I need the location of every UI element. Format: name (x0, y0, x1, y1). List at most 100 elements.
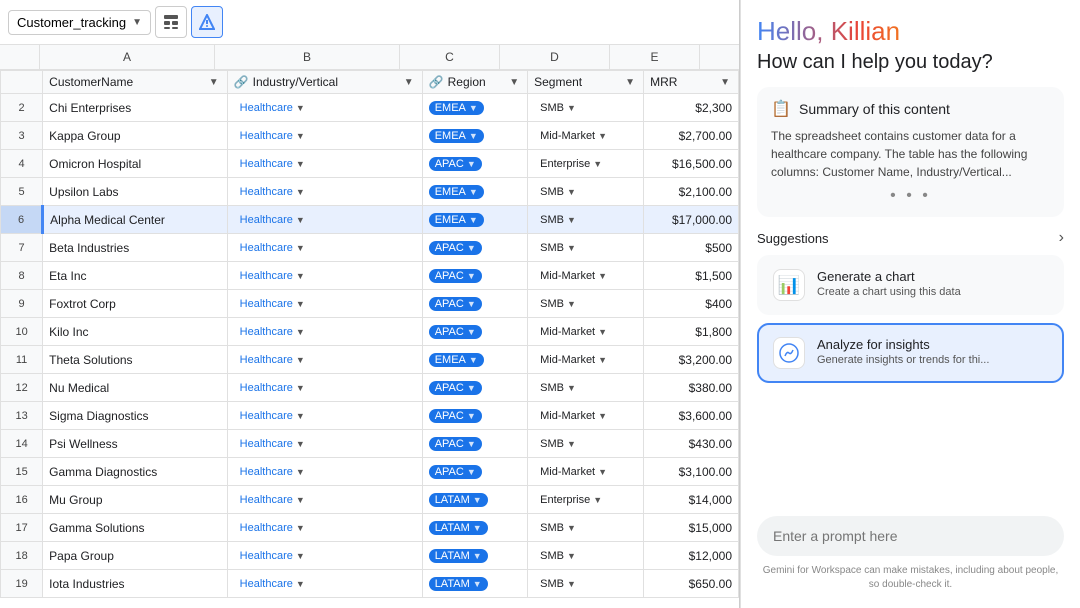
industry-cell[interactable]: Healthcare ▼ (227, 122, 422, 150)
region-cell[interactable]: LATAM ▼ (422, 486, 527, 514)
region-cell[interactable]: APAC ▼ (422, 402, 527, 430)
industry-cell[interactable]: Healthcare ▼ (227, 318, 422, 346)
segment-cell[interactable]: Mid-Market ▼ (528, 318, 644, 346)
col-header-region[interactable]: 🔗 Region ▼ (422, 71, 527, 94)
industry-cell[interactable]: Healthcare ▼ (227, 458, 422, 486)
industry-cell[interactable]: Healthcare ▼ (227, 486, 422, 514)
region-cell[interactable]: LATAM ▼ (422, 542, 527, 570)
table-row[interactable]: 3Kappa GroupHealthcare ▼EMEA ▼Mid-Market… (1, 122, 739, 150)
segment-cell[interactable]: SMB ▼ (528, 430, 644, 458)
region-cell[interactable]: EMEA ▼ (422, 122, 527, 150)
table-row[interactable]: 16Mu GroupHealthcare ▼LATAM ▼Enterprise … (1, 486, 739, 514)
customer-name-cell: Kilo Inc (43, 318, 228, 346)
customer-name-cell: Omicron Hospital (43, 150, 228, 178)
region-cell[interactable]: APAC ▼ (422, 150, 527, 178)
segment-cell[interactable]: Mid-Market ▼ (528, 346, 644, 374)
col-header-mrr[interactable]: MRR ▼ (644, 71, 739, 94)
suggestion-chart-title: Generate a chart (817, 269, 1048, 284)
col-header-segment[interactable]: Segment ▼ (528, 71, 644, 94)
table-row[interactable]: 9Foxtrot CorpHealthcare ▼APAC ▼SMB ▼$400 (1, 290, 739, 318)
region-cell[interactable]: APAC ▼ (422, 290, 527, 318)
customer-name-cell: Nu Medical (43, 374, 228, 402)
table-row[interactable]: 8Eta IncHealthcare ▼APAC ▼Mid-Market ▼$1… (1, 262, 739, 290)
segment-cell[interactable]: SMB ▼ (528, 94, 644, 122)
region-cell[interactable]: APAC ▼ (422, 318, 527, 346)
table-row[interactable]: 5Upsilon LabsHealthcare ▼EMEA ▼SMB ▼$2,1… (1, 178, 739, 206)
industry-cell[interactable]: Healthcare ▼ (227, 542, 422, 570)
segment-cell[interactable]: SMB ▼ (528, 206, 644, 234)
segment-cell[interactable]: SMB ▼ (528, 374, 644, 402)
industry-cell[interactable]: Healthcare ▼ (227, 346, 422, 374)
automation-btn[interactable] (191, 6, 223, 38)
industry-cell[interactable]: Healthcare ▼ (227, 430, 422, 458)
table-row[interactable]: 18Papa GroupHealthcare ▼LATAM ▼SMB ▼$12,… (1, 542, 739, 570)
col-letter-e[interactable]: E (610, 45, 700, 69)
col-letter-a[interactable]: A (40, 45, 215, 69)
region-cell[interactable]: EMEA ▼ (422, 346, 527, 374)
table-row[interactable]: 14Psi WellnessHealthcare ▼APAC ▼SMB ▼$43… (1, 430, 739, 458)
segment-cell[interactable]: SMB ▼ (528, 178, 644, 206)
table-view-btn[interactable] (155, 6, 187, 38)
region-filter-btn[interactable]: ▼ (507, 77, 521, 88)
region-cell[interactable]: EMEA ▼ (422, 94, 527, 122)
region-cell[interactable]: LATAM ▼ (422, 514, 527, 542)
col-letter-c[interactable]: C (400, 45, 500, 69)
industry-cell[interactable]: Healthcare ▼ (227, 514, 422, 542)
industry-cell[interactable]: Healthcare ▼ (227, 262, 422, 290)
region-cell[interactable]: APAC ▼ (422, 234, 527, 262)
suggestion-analyze-insights[interactable]: Analyze for insights Generate insights o… (757, 323, 1064, 383)
table-row[interactable]: 12Nu MedicalHealthcare ▼APAC ▼SMB ▼$380.… (1, 374, 739, 402)
segment-cell[interactable]: Mid-Market ▼ (528, 262, 644, 290)
table-row[interactable]: 10Kilo IncHealthcare ▼APAC ▼Mid-Market ▼… (1, 318, 739, 346)
industry-cell[interactable]: Healthcare ▼ (227, 290, 422, 318)
region-cell[interactable]: APAC ▼ (422, 458, 527, 486)
mrr-filter-btn[interactable]: ▼ (718, 77, 732, 88)
customername-filter-btn[interactable]: ▼ (207, 77, 221, 88)
table-row[interactable]: 11Theta SolutionsHealthcare ▼EMEA ▼Mid-M… (1, 346, 739, 374)
segment-cell[interactable]: Mid-Market ▼ (528, 402, 644, 430)
segment-cell[interactable]: Mid-Market ▼ (528, 458, 644, 486)
industry-cell[interactable]: Healthcare ▼ (227, 570, 422, 598)
segment-cell[interactable]: SMB ▼ (528, 514, 644, 542)
region-cell[interactable]: EMEA ▼ (422, 206, 527, 234)
industry-cell[interactable]: Healthcare ▼ (227, 374, 422, 402)
table-row[interactable]: 4Omicron HospitalHealthcare ▼APAC ▼Enter… (1, 150, 739, 178)
table-row[interactable]: 15Gamma DiagnosticsHealthcare ▼APAC ▼Mid… (1, 458, 739, 486)
segment-cell[interactable]: Enterprise ▼ (528, 486, 644, 514)
table-row[interactable]: 2Chi EnterprisesHealthcare ▼EMEA ▼SMB ▼$… (1, 94, 739, 122)
segment-cell[interactable]: SMB ▼ (528, 234, 644, 262)
col-header-customername[interactable]: CustomerName ▼ (43, 71, 228, 94)
region-cell[interactable]: EMEA ▼ (422, 178, 527, 206)
segment-cell[interactable]: SMB ▼ (528, 290, 644, 318)
col-letter-d[interactable]: D (500, 45, 610, 69)
table-row[interactable]: 13Sigma DiagnosticsHealthcare ▼APAC ▼Mid… (1, 402, 739, 430)
region-cell[interactable]: APAC ▼ (422, 374, 527, 402)
region-cell[interactable]: APAC ▼ (422, 262, 527, 290)
col-letter-b[interactable]: B (215, 45, 400, 69)
region-cell[interactable]: LATAM ▼ (422, 570, 527, 598)
segment-filter-btn[interactable]: ▼ (623, 77, 637, 88)
industry-filter-btn[interactable]: ▼ (402, 77, 416, 88)
header-row: CustomerName ▼ 🔗 Industry/Vertical ▼ (1, 71, 739, 94)
suggestion-generate-chart[interactable]: 📊 Generate a chart Create a chart using … (757, 255, 1064, 315)
suggestions-chevron[interactable]: › (1059, 229, 1064, 247)
segment-cell[interactable]: Enterprise ▼ (528, 150, 644, 178)
sheet-name-tab[interactable]: Customer_tracking ▼ (8, 10, 151, 35)
region-cell[interactable]: APAC ▼ (422, 430, 527, 458)
segment-cell[interactable]: SMB ▼ (528, 542, 644, 570)
segment-cell[interactable]: Mid-Market ▼ (528, 122, 644, 150)
table-row[interactable]: 6Alpha Medical CenterHealthcare ▼EMEA ▼S… (1, 206, 739, 234)
industry-cell[interactable]: Healthcare ▼ (227, 234, 422, 262)
row-number: 10 (1, 318, 43, 346)
industry-cell[interactable]: Healthcare ▼ (227, 402, 422, 430)
col-header-industry[interactable]: 🔗 Industry/Vertical ▼ (227, 71, 422, 94)
industry-cell[interactable]: Healthcare ▼ (227, 206, 422, 234)
industry-cell[interactable]: Healthcare ▼ (227, 150, 422, 178)
segment-cell[interactable]: SMB ▼ (528, 570, 644, 598)
industry-cell[interactable]: Healthcare ▼ (227, 94, 422, 122)
table-row[interactable]: 19Iota IndustriesHealthcare ▼LATAM ▼SMB … (1, 570, 739, 598)
table-row[interactable]: 17Gamma SolutionsHealthcare ▼LATAM ▼SMB … (1, 514, 739, 542)
prompt-input[interactable] (757, 516, 1064, 556)
industry-cell[interactable]: Healthcare ▼ (227, 178, 422, 206)
table-row[interactable]: 7Beta IndustriesHealthcare ▼APAC ▼SMB ▼$… (1, 234, 739, 262)
